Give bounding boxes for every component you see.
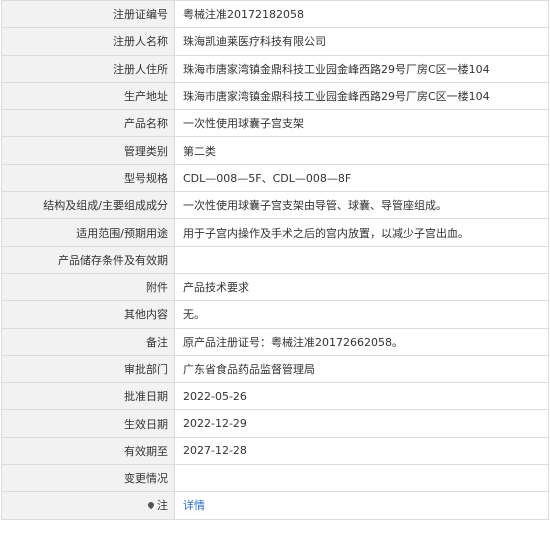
field-label: 产品名称 xyxy=(1,109,175,138)
table-row: 变更情况 xyxy=(1,464,549,493)
field-label: 备注 xyxy=(1,327,175,356)
table-row: 产品储存条件及有效期 xyxy=(1,245,549,274)
field-label: 生产地址 xyxy=(1,81,175,111)
detail-link[interactable]: 详情 xyxy=(183,499,205,512)
field-value: 无。 xyxy=(174,300,549,329)
field-label: 附件 xyxy=(1,272,175,302)
note-label-cell: 注 xyxy=(1,491,175,520)
table-row: 生产地址 珠海市唐家湾镇金鼎科技工业园金峰西路29号厂房C区一楼104 xyxy=(1,81,549,111)
table-row: 注册人住所 珠海市唐家湾镇金鼎科技工业园金峰西路29号厂房C区一楼104 xyxy=(1,54,549,83)
table-row: 管理类别 第二类 xyxy=(1,136,549,165)
field-label: 结构及组成/主要组成成分 xyxy=(1,191,175,220)
table-row: 审批部门 广东省食品药品监督管理局 xyxy=(1,354,549,384)
registration-record-table: 注册证编号 粤械注准20172182058 注册人名称 珠海凯迪莱医疗科技有限公司 注册… xyxy=(1,0,549,520)
table-row: 其他内容 无。 xyxy=(1,300,549,329)
field-value xyxy=(174,464,549,493)
field-value: 粤械注准20172182058 xyxy=(174,0,549,29)
field-value xyxy=(174,245,549,274)
table-row: 附件 产品技术要求 xyxy=(1,272,549,302)
field-value: 广东省食品药品监督管理局 xyxy=(174,354,549,384)
table-row: 适用范围/预期用途 用于子宫内操作及手术之后的宫内放置，以减少子宫出血。 xyxy=(1,218,549,247)
field-value: 一次性使用球囊子宫支架 xyxy=(174,109,549,138)
field-label: 管理类别 xyxy=(1,136,175,165)
field-value: 珠海凯迪莱医疗科技有限公司 xyxy=(174,27,549,56)
field-value: 2027-12-28 xyxy=(174,436,549,466)
field-label: 注册人住所 xyxy=(1,54,175,83)
table-row: 有效期至 2027-12-28 xyxy=(1,436,549,466)
field-value: 一次性使用球囊子宫支架由导管、球囊、导管座组成。 xyxy=(174,191,549,220)
field-label: 适用范围/预期用途 xyxy=(1,218,175,247)
field-value: 2022-05-26 xyxy=(174,382,549,411)
field-value: CDL—008—5F、CDL—008—8F xyxy=(174,163,549,193)
table-row: 备注 原产品注册证号：粤械注准20172662058。 xyxy=(1,327,549,356)
field-value: 用于子宫内操作及手术之后的宫内放置，以减少子宫出血。 xyxy=(174,218,549,247)
field-label: 注册证编号 xyxy=(1,0,175,29)
map-pin-icon xyxy=(146,501,156,510)
field-label: 产品储存条件及有效期 xyxy=(1,245,175,274)
field-label: 变更情况 xyxy=(1,464,175,493)
table-row: 型号规格 CDL—008—5F、CDL—008—8F xyxy=(1,163,549,193)
field-value: 产品技术要求 xyxy=(174,272,549,302)
field-label: 注册人名称 xyxy=(1,27,175,56)
field-value: 2022-12-29 xyxy=(174,409,549,438)
field-label: 有效期至 xyxy=(1,436,175,466)
footer-row: 注 详情 xyxy=(1,491,549,520)
field-label: 审批部门 xyxy=(1,354,175,384)
table-row: 批准日期 2022-05-26 xyxy=(1,382,549,411)
field-value: 原产品注册证号：粤械注准20172662058。 xyxy=(174,327,549,356)
field-label: 生效日期 xyxy=(1,409,175,438)
field-label: 型号规格 xyxy=(1,163,175,193)
field-label: 批准日期 xyxy=(1,382,175,411)
field-value: 珠海市唐家湾镇金鼎科技工业园金峰西路29号厂房C区一楼104 xyxy=(174,54,549,83)
note-label: 注 xyxy=(157,499,168,513)
record-table-body: 注册证编号 粤械注准20172182058 注册人名称 珠海凯迪莱医疗科技有限公司 注册… xyxy=(1,0,549,520)
field-label: 其他内容 xyxy=(1,300,175,329)
field-value: 珠海市唐家湾镇金鼎科技工业园金峰西路29号厂房C区一楼104 xyxy=(174,81,549,111)
table-row: 注册人名称 珠海凯迪莱医疗科技有限公司 xyxy=(1,27,549,56)
table-row: 生效日期 2022-12-29 xyxy=(1,409,549,438)
table-row: 结构及组成/主要组成成分 一次性使用球囊子宫支架由导管、球囊、导管座组成。 xyxy=(1,191,549,220)
detail-link-cell: 详情 xyxy=(174,491,549,520)
field-value: 第二类 xyxy=(174,136,549,165)
table-row: 注册证编号 粤械注准20172182058 xyxy=(1,0,549,29)
table-row: 产品名称 一次性使用球囊子宫支架 xyxy=(1,109,549,138)
